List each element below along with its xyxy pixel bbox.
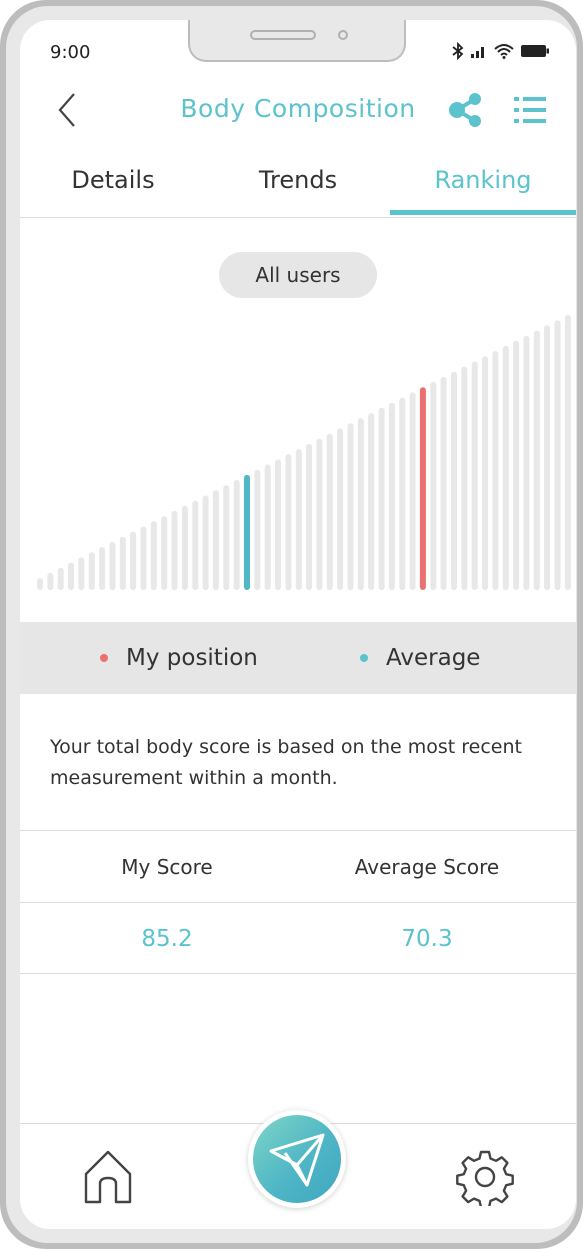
phone-notch [188,20,406,62]
ranking-chart [37,315,571,590]
my-score-value: 85.2 [141,926,193,952]
ranking-bar [554,320,561,590]
legend-average: Average [360,622,480,694]
page-title: Body Composition [180,94,416,123]
send-button[interactable] [248,1110,346,1208]
app-header: Body Composition [20,82,576,138]
ranking-bar [202,495,209,590]
legend-label: Average [386,645,481,671]
tab-details[interactable]: Details [20,166,206,218]
share-button[interactable] [448,90,484,130]
speaker-icon [250,30,316,40]
ranking-bar [78,557,85,590]
ranking-bar [513,340,520,590]
legend-label: My position [126,645,258,671]
ranking-bar [130,531,137,590]
user-filter-button[interactable]: All users [219,252,377,298]
ranking-bar [57,567,64,590]
ranking-bar [326,433,333,590]
score-header-row: My Score Average Score [20,830,576,902]
score-value-row: 85.2 70.3 [20,902,576,974]
ranking-bar [68,562,74,590]
menu-button[interactable] [512,92,548,128]
ranking-bar [254,469,261,590]
ranking-bar [388,402,395,590]
ranking-bar [502,345,509,590]
camera-icon [338,30,348,40]
ranking-bar [140,526,147,590]
send-icon [269,1133,325,1187]
ranking-bar [99,547,106,590]
wifi-icon [494,44,514,59]
tab-bar: Details Trends Ranking [20,158,576,218]
ranking-bar [533,330,540,590]
ranking-bar [430,382,437,590]
ranking-bar-average [244,474,250,590]
app-screen: 9:00 Body Composition Details Trends Ran… [20,20,576,1229]
ranking-bar [264,464,271,590]
signal-icon [471,47,484,58]
status-icons [452,40,550,62]
list-menu-icon [514,97,546,123]
ranking-bar [399,397,406,590]
ranking-bar [306,443,313,590]
ranking-bar [233,480,240,590]
ranking-bar [109,541,116,590]
ranking-bar [440,376,447,590]
ranking-bar [212,490,219,590]
ranking-bar [285,454,292,590]
ranking-bar [482,356,489,590]
ranking-bar [368,413,375,590]
ranking-bar [192,500,199,590]
home-button[interactable] [82,1148,134,1206]
ranking-bar [150,521,157,590]
score-info-text: Your total body score is based on the mo… [50,736,522,789]
ranking-bar [88,552,95,590]
gear-icon [456,1150,514,1209]
score-table: My Score Average Score 85.2 70.3 [20,830,576,974]
settings-button[interactable] [456,1148,514,1209]
ranking-bar [47,572,54,590]
ranking-bar [451,371,457,590]
ranking-bar [492,351,499,590]
ranking-bar [295,449,302,590]
ranking-bar [37,578,43,590]
ranking-bar [544,325,551,590]
bluetooth-icon [452,42,464,60]
legend-my-position: My position [100,622,258,694]
average-score-label: Average Score [354,855,500,879]
ranking-bar [161,516,168,590]
my-position-dot [100,654,108,662]
status-time: 9:00 [50,42,91,63]
average-dot [360,654,368,662]
ranking-bar [171,511,178,590]
send-button-circle [253,1115,341,1203]
tab-active-indicator [390,210,576,215]
ranking-bar [181,505,188,590]
ranking-bar [119,536,126,590]
ranking-bar [347,423,354,590]
tab-trends[interactable]: Trends [205,166,391,218]
ranking-bar [316,438,323,590]
ranking-bar [378,407,385,590]
ranking-bar [409,392,416,590]
ranking-bar [223,485,230,590]
share-icon [449,93,481,127]
ranking-bar [357,418,364,590]
chart-legend: My position Average [20,622,576,694]
home-icon [84,1150,132,1204]
ranking-bar [461,366,468,590]
ranking-bar [275,459,281,590]
battery-icon [521,45,549,57]
ranking-bar [564,315,571,590]
ranking-bar [471,361,478,590]
ranking-bar [337,428,344,590]
my-score-label: My Score [121,855,213,879]
bottom-nav [20,1110,576,1229]
average-score-value: 70.3 [401,926,453,952]
ranking-bar [523,335,530,590]
ranking-bar-my-position [419,387,426,590]
